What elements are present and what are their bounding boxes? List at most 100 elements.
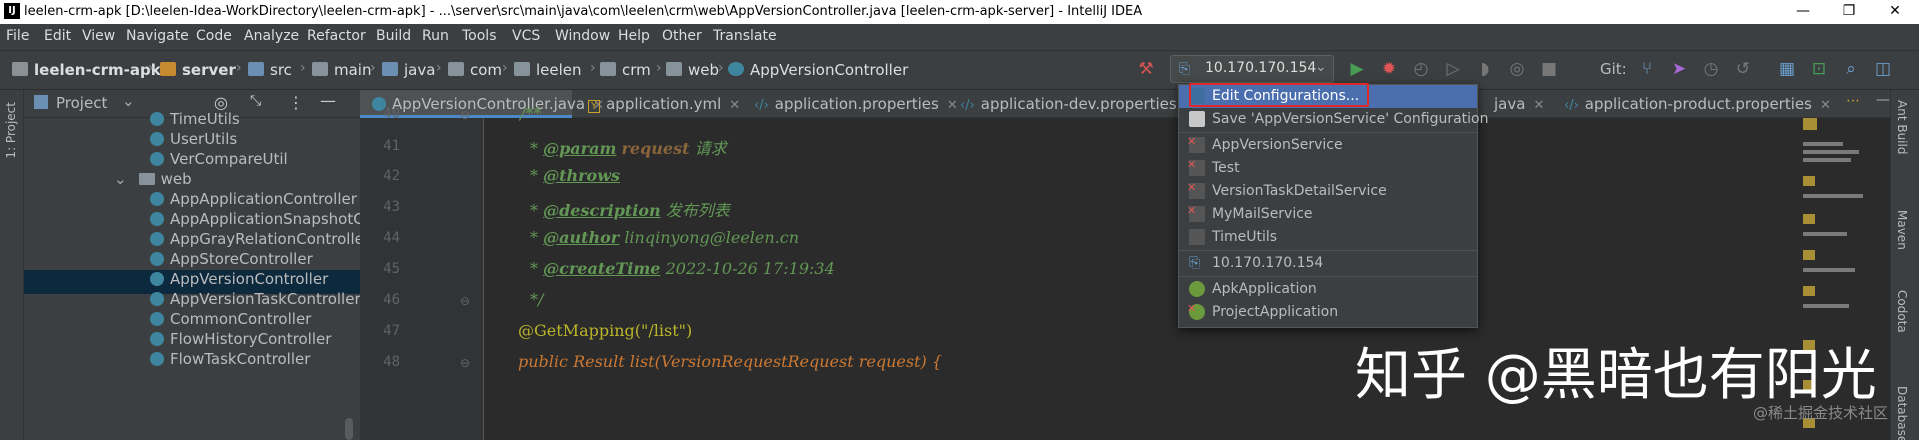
code-line-40: /** <box>520 104 542 123</box>
git-rollback-icon[interactable]: ↺ <box>1732 58 1754 80</box>
code-line-47: @GetMapping("/list") <box>518 321 693 340</box>
close-tab-icon[interactable]: ✕ <box>1820 98 1831 113</box>
tree-item-label: UserUtils <box>170 130 238 148</box>
menu-refactor[interactable]: Refactor <box>307 28 366 44</box>
fold-marker-icon[interactable]: ⊖ <box>460 108 470 122</box>
line-number: 42 <box>383 168 400 184</box>
menu-other[interactable]: Other <box>662 28 702 44</box>
codota-tool-button[interactable]: Codota <box>1895 290 1909 333</box>
project-tool-window-button[interactable]: 1: Project <box>4 102 18 159</box>
save-configuration-item[interactable]: Save 'AppVersionService' Configuration <box>1179 108 1488 131</box>
breadcrumb-main-label: main <box>334 61 372 79</box>
build-hammer-icon[interactable]: ⚒ <box>1135 58 1157 80</box>
run-config-item[interactable]: ✕ VersionTaskDetailService <box>1179 180 1477 203</box>
folder-icon <box>312 62 328 76</box>
menu-help[interactable]: Help <box>618 28 650 44</box>
class-icon <box>150 272 164 286</box>
tab-java-file[interactable]: java ✕ <box>1488 90 1550 118</box>
breadcrumb-java[interactable]: java <box>382 61 435 79</box>
debug-icon[interactable]: ✹ <box>1378 58 1400 80</box>
stop-icon[interactable]: ■ <box>1538 58 1560 80</box>
database-tool-button[interactable]: Database <box>1895 386 1909 440</box>
breadcrumb-class[interactable]: AppVersionController <box>728 61 908 79</box>
run-config-item[interactable]: ✕ MyMailService <box>1179 203 1477 226</box>
run-config-item[interactable]: ⎘ 10.170.170.154 <box>1179 252 1477 275</box>
project-scrollbar[interactable] <box>345 418 353 440</box>
breadcrumb-src[interactable]: src <box>248 61 292 79</box>
project-structure-icon[interactable]: ▦ <box>1776 58 1798 80</box>
run-config-item[interactable]: TimeUtils <box>1179 226 1477 249</box>
sync-icon[interactable]: ◎ <box>1506 58 1528 80</box>
hide-panel-icon[interactable]: — <box>320 91 336 110</box>
run-configuration-selector[interactable]: ⎘ 10.170.170.154 ⌄ <box>1170 55 1334 83</box>
tab-application-dev-properties[interactable]: ‹/›application-dev.properties✕ <box>950 90 1196 118</box>
code-line-46: */ <box>530 290 544 309</box>
breadcrumb-web[interactable]: web <box>666 61 719 79</box>
fold-marker-icon[interactable]: ⊖ <box>460 356 470 370</box>
search-icon[interactable]: ⌕ <box>1840 58 1862 80</box>
tab-label: java <box>1494 95 1526 113</box>
git-update-icon[interactable]: ⑂ <box>1636 58 1658 80</box>
git-push-icon[interactable]: ➤ <box>1668 58 1690 80</box>
error-x-icon: ✕ <box>1187 158 1197 171</box>
attach-icon[interactable]: ◗ <box>1474 58 1496 80</box>
left-tool-strip: 1: Project <box>0 90 24 440</box>
remote-config-icon: ⎘ <box>1189 255 1201 271</box>
breadcrumb-com-label: com <box>470 61 503 79</box>
menu-vcs[interactable]: VCS <box>512 28 540 44</box>
git-history-icon[interactable]: ◷ <box>1700 58 1722 80</box>
menu-run[interactable]: Run <box>422 28 449 44</box>
code-line-42: * @throws <box>530 166 620 185</box>
terminal-icon[interactable]: ⊡ <box>1808 58 1830 80</box>
run-icon[interactable]: ▶ <box>1346 58 1368 80</box>
class-icon <box>150 212 164 226</box>
close-tab-icon[interactable]: ✕ <box>729 98 740 113</box>
edit-configurations-item[interactable]: Edit Configurations... <box>1179 83 1477 108</box>
profile-icon[interactable]: ▷ <box>1442 58 1464 80</box>
breadcrumb-main[interactable]: main <box>312 61 371 79</box>
breadcrumb-crm[interactable]: crm <box>600 61 651 79</box>
menu-file[interactable]: File <box>6 28 29 44</box>
tab-application-properties[interactable]: ‹/› application.properties ✕ <box>744 90 958 118</box>
menu-edit[interactable]: Edit <box>44 28 71 44</box>
tree-item[interactable]: FlowTaskController <box>24 350 360 374</box>
run-config-item[interactable]: ✕ ProjectApplication <box>1179 301 1477 324</box>
save-icon <box>1189 111 1205 127</box>
close-button[interactable]: ✕ <box>1872 0 1918 24</box>
breadcrumb-project[interactable]: leelen-crm-apk <box>12 61 161 79</box>
restore-button[interactable]: ❐ <box>1826 0 1872 24</box>
tab-application-yml[interactable]: Yapplication.yml ✕ <box>578 90 740 118</box>
title-bar: IJ leelen-crm-apk [D:\leelen-Idea-WorkDi… <box>0 0 1919 24</box>
run-config-item[interactable]: ✕ Test <box>1179 157 1477 180</box>
tree-item-label: AppApplicationController <box>170 190 357 208</box>
run-config-item[interactable]: ✕ AppVersionService <box>1179 134 1477 157</box>
minimap-line <box>1803 232 1847 236</box>
menu-tools[interactable]: Tools <box>462 28 497 44</box>
menu-analyze[interactable]: Analyze <box>244 28 299 44</box>
menu-translate[interactable]: Translate <box>713 28 777 44</box>
menu-code[interactable]: Code <box>196 28 232 44</box>
breadcrumb-com[interactable]: com <box>448 61 502 79</box>
line-number: 43 <box>383 199 400 215</box>
minimize-button[interactable]: — <box>1780 0 1826 24</box>
popup-item-label: Test <box>1212 160 1240 176</box>
menu-window[interactable]: Window <box>555 28 610 44</box>
menu-view[interactable]: View <box>82 28 115 44</box>
hide-editor-icon[interactable]: — <box>1876 92 1890 108</box>
coverage-icon[interactable]: ◴ <box>1410 58 1432 80</box>
more-tabs-icon[interactable]: ⋯ <box>1846 93 1860 109</box>
collapse-all-icon[interactable]: ⤡ <box>250 93 261 109</box>
ant-build-tool-button[interactable]: Ant Build <box>1895 100 1909 154</box>
settings-icon[interactable]: ◫ <box>1872 58 1894 80</box>
menu-navigate[interactable]: Navigate <box>126 28 189 44</box>
tab-application-product-properties[interactable]: ‹/› application-product.properties ✕ <box>1554 90 1831 118</box>
minimap-line <box>1803 304 1849 308</box>
breadcrumb-server[interactable]: server <box>160 61 236 79</box>
chevron-down-icon[interactable]: ⌄ <box>122 92 135 110</box>
run-config-item[interactable]: ApkApplication <box>1179 278 1477 301</box>
breadcrumb-leelen[interactable]: leelen <box>514 61 582 79</box>
close-tab-icon[interactable]: ✕ <box>1533 98 1544 113</box>
fold-marker-icon[interactable]: ⊖ <box>460 294 470 308</box>
menu-build[interactable]: Build <box>376 28 411 44</box>
maven-tool-button[interactable]: Maven <box>1895 210 1909 250</box>
